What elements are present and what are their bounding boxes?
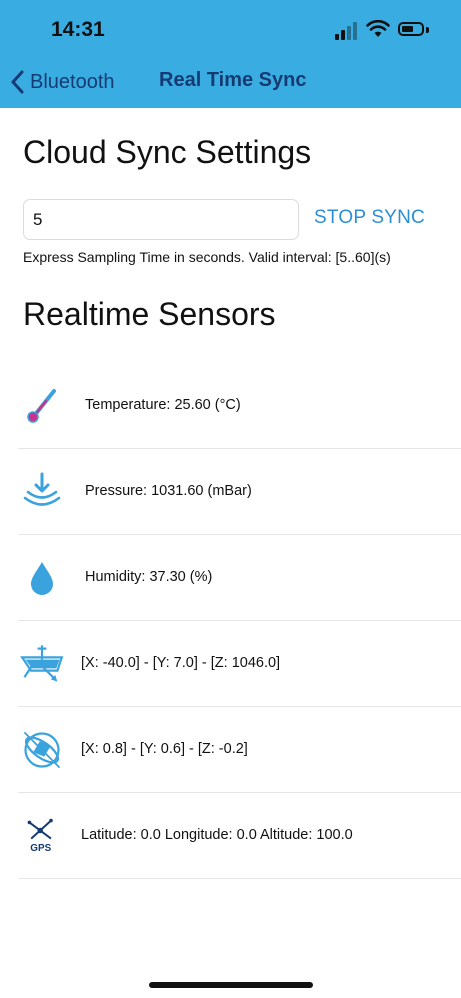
battery-tip <box>426 27 429 33</box>
thermometer-icon <box>27 389 56 423</box>
sampling-helper-text: Express Sampling Time in seconds. Valid … <box>23 249 391 265</box>
cloud-sync-heading: Cloud Sync Settings <box>23 134 312 170</box>
status-time: 14:31 <box>51 18 105 41</box>
gyroscope-value: [X: 0.8] - [Y: 0.6] - [Z: -0.2] <box>81 741 248 757</box>
back-button[interactable]: Bluetooth <box>10 68 115 96</box>
temperature-value: Temperature: 25.60 (°C) <box>85 397 241 413</box>
realtime-sensors-heading: Realtime Sensors <box>23 296 276 332</box>
page-title: Real Time Sync <box>159 69 307 91</box>
wifi-icon <box>366 20 390 37</box>
sensor-row-humidity: Humidity: 37.30 (%) <box>18 535 461 621</box>
sensor-row-temperature: Temperature: 25.60 (°C) <box>18 363 461 449</box>
stop-sync-button[interactable]: STOP SYNC <box>314 207 425 229</box>
gps-value: Latitude: 0.0 Longitude: 0.0 Altitude: 1… <box>81 827 353 843</box>
sensor-list: Temperature: 25.60 (°C) Pressure: 1031.6… <box>18 363 461 879</box>
sensor-row-gyroscope: [X: 0.8] - [Y: 0.6] - [Z: -0.2] <box>18 707 461 793</box>
gyroscope-icon <box>23 731 61 769</box>
back-label: Bluetooth <box>30 70 115 93</box>
humidity-drop-icon <box>31 562 53 595</box>
sensor-row-accelerometer: [X: -40.0] - [Y: 7.0] - [Z: 1046.0] <box>18 621 461 707</box>
humidity-value: Humidity: 37.30 (%) <box>85 569 213 585</box>
accelerometer-icon <box>20 645 64 682</box>
chevron-left-icon <box>11 70 24 94</box>
home-indicator[interactable] <box>149 982 313 988</box>
battery-icon <box>398 22 424 36</box>
cellular-signal-icon <box>335 20 357 40</box>
sensor-row-pressure: Pressure: 1031.60 (mBar) <box>18 449 461 535</box>
gps-icon-label: GPS <box>30 843 51 854</box>
status-icons <box>335 20 431 42</box>
accelerometer-value: [X: -40.0] - [Y: 7.0] - [Z: 1046.0] <box>81 655 281 671</box>
sampling-interval-input[interactable] <box>23 199 299 240</box>
gps-icon: GPS <box>27 818 53 854</box>
pressure-icon <box>23 472 61 506</box>
header-bar: 14:31 Bluetooth Real Time Sync <box>0 0 461 108</box>
pressure-value: Pressure: 1031.60 (mBar) <box>85 483 252 499</box>
sensor-row-gps: GPS Latitude: 0.0 Longitude: 0.0 Altitud… <box>18 793 461 879</box>
